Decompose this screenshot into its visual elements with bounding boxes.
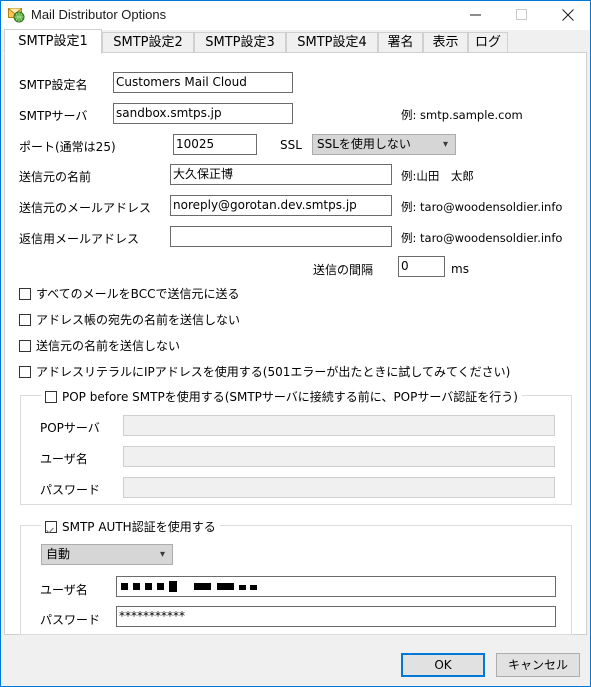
send-interval-input[interactable]: 0 — [398, 256, 445, 277]
options-dialog-window: Mail Distributor Options SMTP設定1 SMTP設定2… — [0, 0, 591, 687]
smtp-server-example: 例: smtp.sample.com — [401, 108, 523, 122]
checkbox-bcc-to-sender[interactable]: すべてのメールをBCCで送信元に送る — [19, 285, 239, 302]
checkbox-label: アドレス帳の宛先の名前を送信しない — [36, 313, 241, 327]
pop-password-input[interactable] — [123, 477, 555, 498]
sender-address-label: 送信元のメールアドレス — [19, 201, 152, 215]
maximize-icon[interactable] — [499, 1, 544, 28]
smtp-settings-panel: SMTP設定名 Customers Mail Cloud SMTPサーバ san… — [4, 52, 587, 635]
checkbox-box-icon — [45, 391, 57, 403]
checkbox-box-icon — [19, 340, 31, 352]
checkbox-box-icon — [45, 521, 57, 533]
ssl-select[interactable]: SSLを使用しない ▾ — [312, 134, 456, 155]
smtp-auth-password-input[interactable]: *********** — [116, 606, 556, 627]
sender-address-input[interactable]: noreply@gorotan.dev.smtps.jp — [170, 195, 392, 216]
sender-address-example: 例: taro@woodensoldier.info — [401, 200, 563, 214]
checkbox-no-addressbook-name[interactable]: アドレス帳の宛先の名前を送信しない — [19, 311, 240, 328]
smtp-auth-method-select[interactable]: 自動 ▾ — [41, 544, 173, 565]
checkbox-label: すべてのメールをBCCで送信元に送る — [36, 287, 240, 301]
pop-username-input[interactable] — [123, 446, 555, 467]
pop-server-label: POPサーバ — [40, 421, 100, 435]
tab-log[interactable]: ログ — [468, 32, 508, 53]
smtp-auth-password-label: パスワード — [40, 613, 101, 627]
tab-smtp-settings-1[interactable]: SMTP設定1 — [4, 29, 102, 54]
checkbox-label: POP before SMTPを使用する(SMTPサーバに接続する前に、POPサ… — [62, 390, 518, 404]
window-title: Mail Distributor Options — [31, 7, 167, 22]
checkbox-box-icon — [19, 314, 31, 326]
sender-name-label: 送信元の名前 — [19, 170, 92, 184]
sender-name-input[interactable]: 大久保正博 — [170, 164, 392, 185]
checkbox-box-icon — [19, 288, 31, 300]
checkbox-smtp-auth[interactable]: SMTP AUTH認証を使用する — [41, 518, 220, 535]
pop-server-input[interactable] — [123, 415, 555, 436]
minimize-icon[interactable] — [453, 1, 498, 28]
checkbox-label: 送信元の名前を送信しない — [36, 339, 181, 353]
tab-smtp-settings-3[interactable]: SMTP設定3 — [194, 32, 286, 53]
smtp-auth-username-input[interactable] — [116, 576, 556, 597]
ssl-select-value: SSLを使用しない — [317, 137, 411, 151]
pop-password-label: パスワード — [40, 483, 101, 497]
reply-address-input[interactable] — [170, 226, 392, 247]
reply-address-example: 例: taro@woodensoldier.info — [401, 231, 563, 245]
cancel-button[interactable]: キャンセル — [496, 653, 580, 677]
smtp-auth-method-value: 自動 — [46, 547, 71, 561]
ssl-label: SSL — [280, 138, 302, 152]
checkbox-pop-before-smtp[interactable]: POP before SMTPを使用する(SMTPサーバに接続する前に、POPサ… — [41, 388, 522, 405]
dialog-footer: OK キャンセル — [1, 635, 590, 686]
port-label: ポート(通常は25) — [19, 140, 116, 154]
chevron-down-icon: ▾ — [442, 139, 448, 150]
smtp-server-label: SMTPサーバ — [19, 109, 88, 123]
port-input[interactable]: 10025 — [173, 134, 257, 155]
chevron-down-icon: ▾ — [159, 549, 165, 560]
tab-strip: SMTP設定1 SMTP設定2 SMTP設定3 SMTP設定4 署名 表示 ログ — [4, 29, 588, 54]
tab-display[interactable]: 表示 — [423, 32, 468, 53]
checkbox-use-address-literal[interactable]: アドレスリテラルにIPアドレスを使用する(501エラーが出たときに試してみてくだ… — [19, 363, 510, 380]
send-interval-label: 送信の間隔 — [313, 263, 374, 277]
tab-signature[interactable]: 署名 — [378, 32, 423, 53]
pop-username-label: ユーザ名 — [40, 452, 88, 466]
smtp-auth-username-label: ユーザ名 — [40, 583, 88, 597]
checkbox-label: アドレスリテラルにIPアドレスを使用する(501エラーが出たときに試してみてくだ… — [36, 365, 511, 379]
reply-address-label: 返信用メールアドレス — [19, 232, 140, 246]
tab-smtp-settings-2[interactable]: SMTP設定2 — [102, 32, 194, 53]
close-icon[interactable] — [545, 1, 590, 28]
title-bar: Mail Distributor Options — [1, 1, 590, 30]
tab-smtp-settings-4[interactable]: SMTP設定4 — [286, 32, 378, 53]
send-interval-unit: ms — [451, 262, 469, 276]
ok-button[interactable]: OK — [401, 653, 485, 677]
checkbox-no-sender-name[interactable]: 送信元の名前を送信しない — [19, 337, 180, 354]
profile-name-label: SMTP設定名 — [19, 78, 88, 92]
sender-name-example: 例:山田 太郎 — [401, 169, 474, 183]
smtp-server-input[interactable]: sandbox.smtps.jp — [113, 103, 293, 124]
profile-name-input[interactable]: Customers Mail Cloud — [113, 72, 293, 93]
mail-globe-icon — [8, 6, 25, 23]
checkbox-label: SMTP AUTH認証を使用する — [62, 520, 216, 534]
checkbox-box-icon — [19, 366, 31, 378]
